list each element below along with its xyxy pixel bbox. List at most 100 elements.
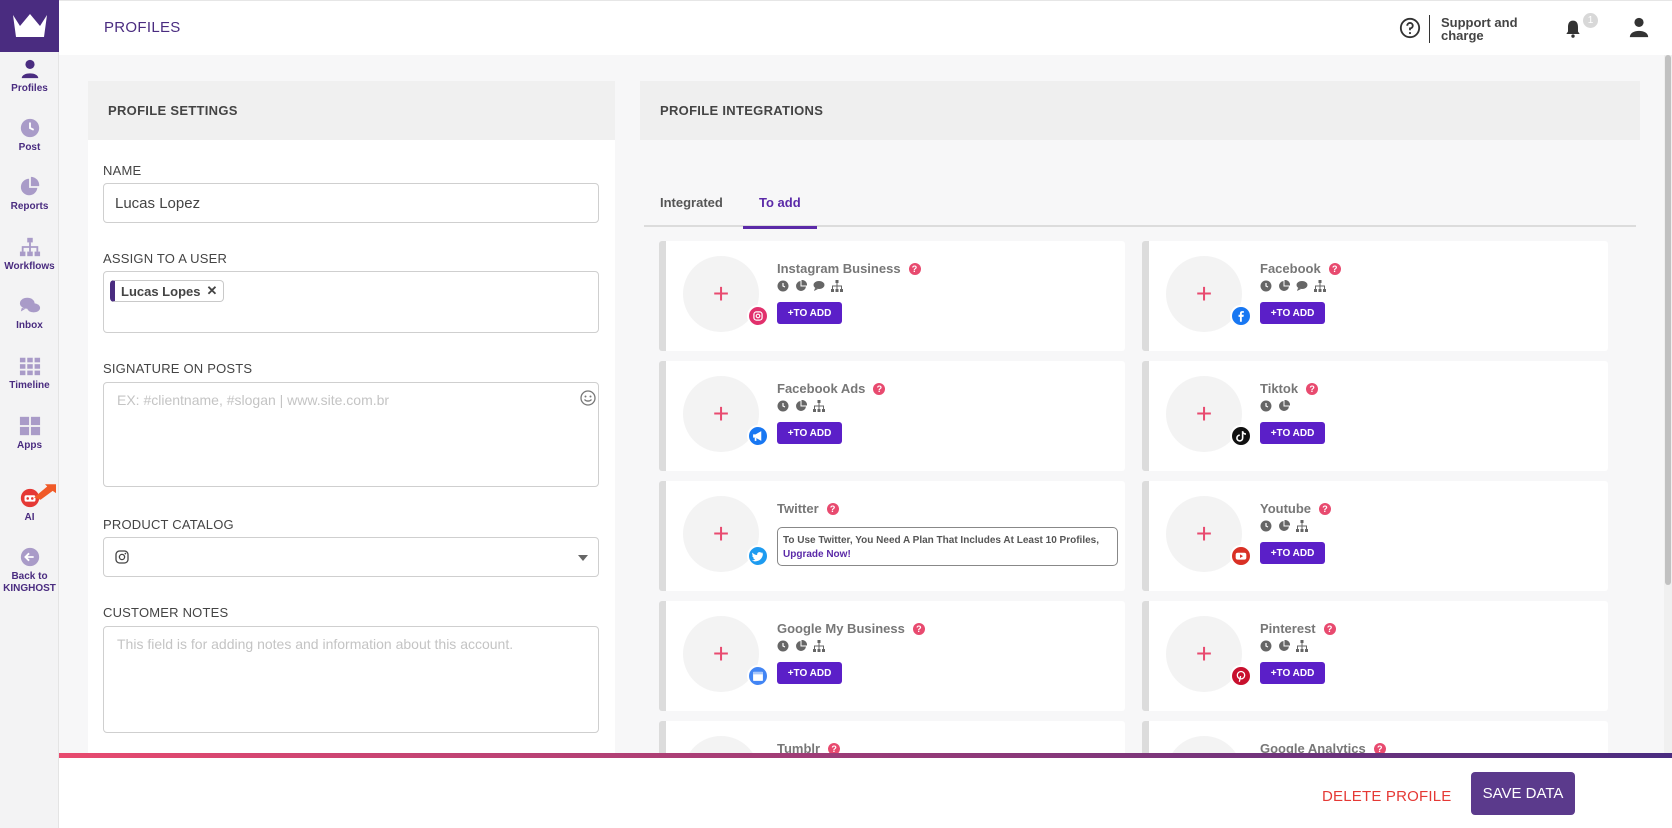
- sidebar-item-back[interactable]: Back to KINGHOST: [0, 546, 59, 595]
- integration-features: [1260, 280, 1326, 292]
- integration-features: [1260, 400, 1290, 412]
- chevron-down-icon: [578, 555, 588, 561]
- sitemap-icon: [19, 237, 40, 257]
- help-icon[interactable]: ?: [1373, 743, 1386, 753]
- clock-icon: [777, 280, 789, 292]
- page-title: PROFILES: [104, 19, 181, 36]
- account-icon[interactable]: [1628, 16, 1650, 38]
- support-link[interactable]: Support and charge: [1441, 16, 1541, 42]
- add-integration-icon[interactable]: +: [683, 736, 759, 753]
- instagram-icon: [115, 550, 129, 564]
- instagram-icon: [747, 305, 769, 327]
- integration-name: Youtube?: [1260, 501, 1332, 516]
- sidebar-item-timeline[interactable]: Timeline: [0, 355, 59, 392]
- help-icon[interactable]: ?: [1323, 623, 1336, 635]
- tab-to-add[interactable]: To add: [743, 193, 817, 229]
- sidebar-item-workflows[interactable]: Workflows: [0, 236, 59, 273]
- add-integration-icon[interactable]: +: [1166, 736, 1242, 753]
- tab-integrated[interactable]: Integrated: [644, 193, 739, 227]
- to-add-button[interactable]: +TO ADD: [1260, 422, 1325, 444]
- facebook-icon: [1230, 305, 1252, 327]
- clock-icon: [777, 400, 789, 412]
- back-arrow-icon: [20, 547, 39, 567]
- sidebar-item-inbox[interactable]: Inbox: [0, 295, 59, 332]
- help-icon[interactable]: ?: [1306, 383, 1319, 395]
- grid-icon: [19, 357, 40, 376]
- sidebar-item-ai[interactable]: AI: [0, 484, 59, 524]
- customer-notes-label: CUSTOMER NOTES: [103, 605, 229, 620]
- integration-card-youtube: + Youtube? +TO ADD: [1142, 481, 1608, 591]
- twitter-icon: [747, 545, 769, 567]
- crown-logo[interactable]: [0, 0, 59, 52]
- delete-profile-button[interactable]: DELETE PROFILE: [1322, 788, 1452, 805]
- integration-card-tiktok: + Tiktok? +TO ADD: [1142, 361, 1608, 471]
- integration-name: Facebook?: [1260, 261, 1341, 276]
- product-catalog-select[interactable]: [103, 537, 599, 577]
- help-icon[interactable]: ?: [1328, 263, 1341, 275]
- product-catalog-label: PRODUCT CATALOG: [103, 517, 234, 532]
- scrollbar-thumb[interactable]: [1665, 55, 1671, 585]
- crown-icon: [12, 14, 47, 37]
- pie-chart-icon: [1279, 640, 1290, 651]
- youtube-icon: [1230, 545, 1252, 567]
- sidebar-item-reports[interactable]: Reports: [0, 176, 59, 213]
- user-icon: [21, 59, 38, 79]
- sidebar-item-label: Reports: [10, 201, 49, 212]
- assign-user-field[interactable]: Lucas Lopes ✕: [103, 271, 599, 333]
- clock-icon: [1260, 640, 1272, 652]
- integration-card-google-my-business: + Google My Business? +TO ADD: [659, 601, 1125, 711]
- signature-input[interactable]: [103, 382, 599, 487]
- to-add-button[interactable]: +TO ADD: [777, 662, 842, 684]
- top-header: PROFILES Support and charge 1: [59, 0, 1672, 55]
- integration-features: [1260, 640, 1308, 652]
- help-icon[interactable]: ?: [826, 503, 839, 515]
- name-input[interactable]: [103, 183, 599, 223]
- to-add-button[interactable]: +TO ADD: [1260, 662, 1325, 684]
- integration-card-instagram: + Instagram Business? +TO ADD: [659, 241, 1125, 351]
- integration-features: [1260, 520, 1308, 532]
- upgrade-link[interactable]: Upgrade Now!: [783, 549, 851, 560]
- save-data-button[interactable]: SAVE DATA: [1471, 772, 1575, 815]
- sidebar-item-label: Back to KINGHOST: [3, 571, 56, 594]
- remove-tag-icon[interactable]: ✕: [206, 283, 217, 299]
- help-icon[interactable]: [1399, 17, 1421, 39]
- to-add-button[interactable]: +TO ADD: [777, 422, 842, 444]
- customer-notes-input[interactable]: [103, 626, 599, 733]
- integration-card-pinterest: + Pinterest? +TO ADD: [1142, 601, 1608, 711]
- integration-name: Google My Business?: [777, 621, 925, 636]
- to-add-button[interactable]: +TO ADD: [1260, 542, 1325, 564]
- tiktok-icon: [1230, 425, 1252, 447]
- emoji-icon[interactable]: [580, 390, 596, 406]
- sidebar-item-label: AI: [24, 512, 35, 523]
- integration-features: [777, 640, 825, 652]
- integration-features: [777, 400, 825, 412]
- sitemap-icon: [1296, 640, 1308, 652]
- twitter-upgrade-tooltip: To Use Twitter, You Need A Plan That Inc…: [777, 527, 1118, 566]
- help-icon[interactable]: ?: [1319, 503, 1332, 515]
- help-icon[interactable]: ?: [908, 263, 921, 275]
- help-icon[interactable]: ?: [873, 383, 886, 395]
- integration-card-google-analytics: + Google Analytics?: [1142, 721, 1608, 753]
- to-add-button[interactable]: +TO ADD: [1260, 302, 1325, 324]
- sidebar-item-label: Timeline: [9, 380, 50, 391]
- user-tag: Lucas Lopes ✕: [110, 280, 225, 302]
- integration-card-facebook-ads: + Facebook Ads? +TO ADD: [659, 361, 1125, 471]
- integration-card-tumblr: + Tumblr?: [659, 721, 1125, 753]
- sidebar-item-label: Profiles: [11, 83, 48, 94]
- to-add-button[interactable]: +TO ADD: [777, 302, 842, 324]
- main-content: PROFILE SETTINGS NAME ASSIGN TO A USER L…: [59, 55, 1672, 753]
- help-icon[interactable]: ?: [912, 623, 925, 635]
- integration-name: Tiktok?: [1260, 381, 1319, 396]
- sitemap-icon: [831, 280, 843, 292]
- sidebar-item-post[interactable]: Post: [0, 117, 59, 154]
- sitemap-icon: [813, 400, 825, 412]
- bell-icon[interactable]: [1563, 19, 1583, 39]
- sidebar-item-label: Inbox: [16, 320, 43, 331]
- help-icon[interactable]: ?: [828, 743, 841, 753]
- sidebar-item-apps[interactable]: Apps: [0, 415, 59, 452]
- user-tag-label: Lucas Lopes: [121, 283, 201, 299]
- chat-icon: [1296, 281, 1308, 291]
- pinterest-icon: [1230, 665, 1252, 687]
- clock-icon: [20, 118, 39, 138]
- sidebar-item-profiles[interactable]: Profiles: [0, 58, 59, 95]
